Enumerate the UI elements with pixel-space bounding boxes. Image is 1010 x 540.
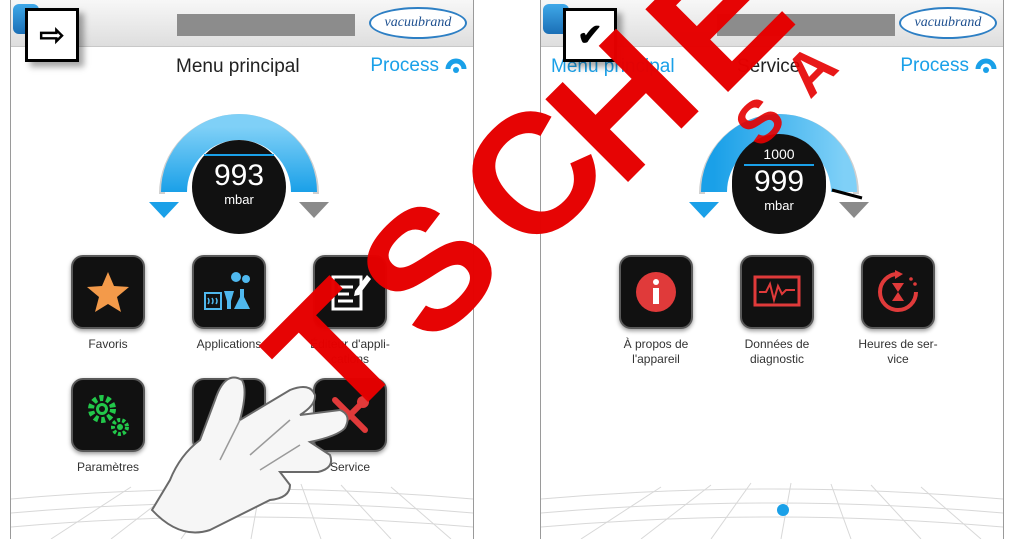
tile-label: Applications (196, 337, 262, 351)
step-check-icon: ✔ (563, 8, 617, 62)
status-field (717, 14, 895, 36)
tile-favorites[interactable]: Favoris (53, 255, 163, 352)
process-label: Process (370, 55, 439, 76)
status-bar: vacuubrand (11, 0, 473, 47)
gauge-readout: 1000 999 mbar (732, 134, 826, 234)
editor-icon (313, 255, 387, 329)
pressure-unit: mbar (764, 198, 794, 213)
pressure-unit: mbar (224, 192, 254, 207)
floor-grid (541, 482, 1003, 539)
service-hours-icon (861, 255, 935, 329)
vacuubrand-logo: vacuubrand (899, 7, 997, 39)
process-button[interactable]: Process (900, 55, 997, 77)
tile-label: Données de diagnostic (744, 337, 810, 366)
step-arrow-icon: ⇨ (25, 8, 79, 62)
process-label: Process (900, 55, 969, 76)
gears-icon (71, 378, 145, 452)
setpoint-value: 1000 (763, 146, 795, 162)
tile-about-device[interactable]: À propos de l'appareil (601, 255, 711, 367)
diagnostic-icon (740, 255, 814, 329)
tile-label: À propos de l'appareil (623, 337, 689, 366)
page-title: Service (737, 56, 801, 77)
process-icon (445, 58, 467, 73)
tile-application-editor[interactable]: Éditeur d'appli- cations (295, 255, 405, 367)
tile-service-hours[interactable]: Heures de ser- vice (843, 255, 953, 367)
status-field (177, 14, 355, 36)
page-indicator-dot[interactable] (777, 504, 789, 516)
pressure-value: 993 (213, 159, 265, 192)
gauge-readout: 993 mbar (192, 140, 286, 234)
page-title: Menu principal (176, 56, 300, 77)
tile-label: Favoris (88, 337, 128, 351)
pressure-gauge: 993 mbar (144, 94, 334, 234)
info-icon (619, 255, 693, 329)
tile-applications[interactable]: Applications (174, 255, 284, 352)
tile-label: Heures de ser- vice (858, 337, 938, 366)
vacuubrand-logo: vacuubrand (369, 7, 467, 39)
pressure-gauge: 1000 999 mbar (684, 94, 874, 234)
process-button[interactable]: Process (370, 55, 467, 77)
star-icon (71, 255, 145, 329)
pressure-value: 999 (753, 165, 805, 198)
service-screen: vacuubrand ✔ Menu principal Service Proc… (540, 0, 1004, 539)
tile-diagnostic-data[interactable]: Données de diagnostic (722, 255, 832, 367)
process-icon (975, 58, 997, 73)
pointing-hand-icon (150, 376, 349, 534)
applications-icon (192, 255, 266, 329)
